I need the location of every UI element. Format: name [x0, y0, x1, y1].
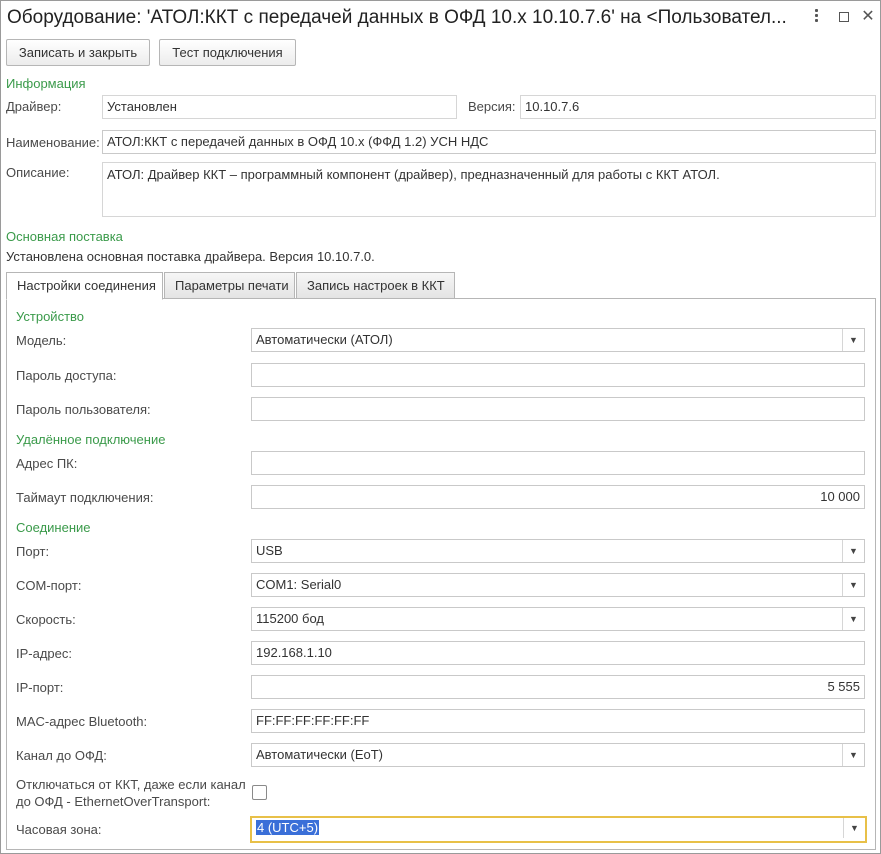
- model-select[interactable]: Автоматически (АТОЛ) ▼: [251, 328, 865, 352]
- tab-write-settings[interactable]: Запись настроек в ККТ: [296, 272, 455, 299]
- delivery-text: Установлена основная поставка драйвера. …: [6, 249, 375, 264]
- model-value: Автоматически (АТОЛ): [256, 332, 393, 347]
- mac-address-input[interactable]: FF:FF:FF:FF:FF:FF: [251, 709, 865, 733]
- remote-section-title: Удалённое подключение: [16, 432, 166, 447]
- tab-print-params[interactable]: Параметры печати: [164, 272, 295, 299]
- port-select[interactable]: USB ▼: [251, 539, 865, 563]
- title-bar: Оборудование: 'АТОЛ:ККТ с передачей данн…: [1, 1, 880, 35]
- driver-label: Драйвер:: [6, 99, 62, 114]
- speed-label: Скорость:: [16, 612, 76, 627]
- chevron-down-icon[interactable]: ▼: [842, 744, 864, 766]
- ofd-channel-label: Канал до ОФД:: [16, 748, 107, 763]
- description-field: АТОЛ: Драйвер ККТ – программный компонен…: [102, 162, 876, 217]
- port-value: USB: [256, 543, 283, 558]
- name-field[interactable]: АТОЛ:ККТ с передачей данных в ОФД 10.х (…: [102, 130, 876, 154]
- info-section-title: Информация: [6, 76, 86, 91]
- user-password-label: Пароль пользователя:: [16, 402, 151, 417]
- delivery-section-title: Основная поставка: [6, 229, 123, 244]
- timezone-select[interactable]: 4 (UTC+5) ▼: [250, 816, 867, 843]
- version-label: Версия:: [468, 99, 516, 114]
- com-port-value: COM1: Serial0: [256, 577, 342, 592]
- ip-address-input[interactable]: 192.168.1.10: [251, 641, 865, 665]
- equipment-window: Оборудование: 'АТОЛ:ККТ с передачей данн…: [0, 0, 881, 854]
- speed-select[interactable]: 115200 бод ▼: [251, 607, 865, 631]
- window-title: Оборудование: 'АТОЛ:ККТ с передачей данн…: [7, 7, 787, 28]
- more-menu-icon[interactable]: [805, 7, 827, 27]
- chevron-down-icon[interactable]: ▼: [842, 608, 864, 630]
- password-input[interactable]: [251, 363, 865, 387]
- timeout-input[interactable]: 10 000: [251, 485, 865, 509]
- connection-section-title: Соединение: [16, 520, 91, 535]
- timezone-label: Часовая зона:: [16, 822, 102, 837]
- speed-value: 115200 бод: [256, 611, 325, 626]
- ip-address-label: IP-адрес:: [16, 646, 72, 661]
- chevron-down-icon[interactable]: ▼: [842, 329, 864, 351]
- driver-field: Установлен: [102, 95, 457, 119]
- timeout-label: Таймаут подключения:: [16, 490, 154, 505]
- chevron-down-icon[interactable]: ▼: [842, 574, 864, 596]
- pc-address-label: Адрес ПК:: [16, 456, 78, 471]
- com-port-label: COM-порт:: [16, 578, 82, 593]
- save-and-close-button[interactable]: Записать и закрыть: [6, 39, 150, 66]
- user-password-input[interactable]: [251, 397, 865, 421]
- test-connection-button[interactable]: Тест подключения: [159, 39, 296, 66]
- disconnect-label-line1: Отключаться от ККТ, даже если канал: [16, 777, 246, 792]
- name-label: Наименование:: [6, 135, 100, 150]
- tab-connection-settings[interactable]: Настройки соединения: [6, 272, 163, 300]
- password-label: Пароль доступа:: [16, 368, 117, 383]
- chevron-down-icon[interactable]: ▼: [842, 540, 864, 562]
- chevron-down-icon[interactable]: ▼: [843, 818, 865, 838]
- description-label: Описание:: [6, 165, 70, 180]
- disconnect-label-line2: до ОФД - EthernetOverTransport:: [16, 794, 211, 809]
- ofd-channel-value: Автоматически (EoT): [256, 747, 383, 762]
- ip-port-label: IP-порт:: [16, 680, 64, 695]
- model-label: Модель:: [16, 333, 67, 348]
- close-icon[interactable]: ✕: [857, 7, 879, 27]
- version-field: 10.10.7.6: [520, 95, 876, 119]
- mac-address-label: MAC-адрес Bluetooth:: [16, 714, 148, 729]
- com-port-select[interactable]: COM1: Serial0 ▼: [251, 573, 865, 597]
- maximize-icon[interactable]: [833, 7, 855, 27]
- device-section-title: Устройство: [16, 309, 85, 324]
- port-label: Порт:: [16, 544, 50, 559]
- ip-port-input[interactable]: 5 555: [251, 675, 865, 699]
- ofd-channel-select[interactable]: Автоматически (EoT) ▼: [251, 743, 865, 767]
- disconnect-checkbox[interactable]: [252, 785, 267, 800]
- timezone-value: 4 (UTC+5): [256, 820, 320, 835]
- pc-address-input[interactable]: [251, 451, 865, 475]
